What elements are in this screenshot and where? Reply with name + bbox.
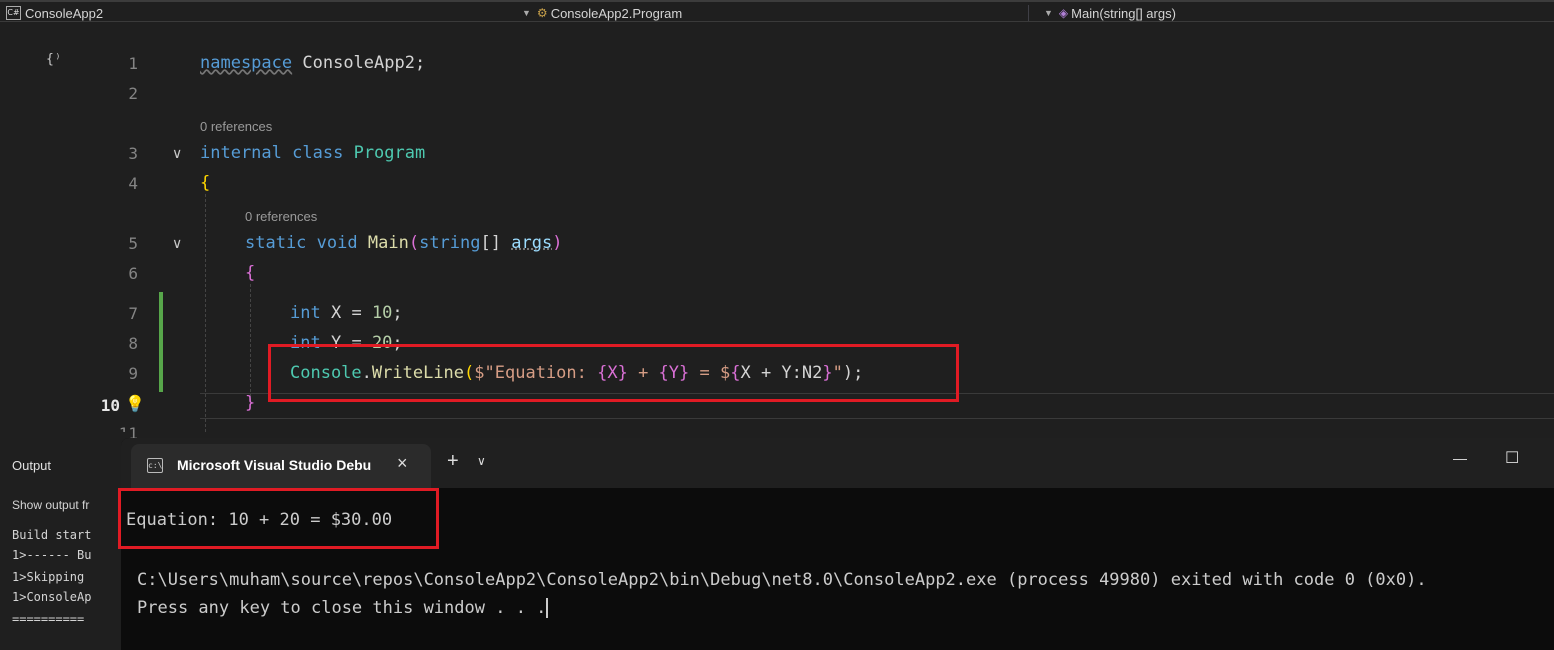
member-name: Main(string[] args) [1071, 5, 1176, 21]
paren: ) [552, 233, 563, 253]
code-line-6: { [245, 263, 255, 283]
codelens-references[interactable]: 0 references [245, 209, 317, 224]
line-number-current: 10 [100, 396, 120, 415]
parameter-name: args [511, 233, 553, 253]
output-panel: Output Show output fr Build start 1>----… [0, 432, 130, 650]
line-number: 2 [128, 84, 138, 103]
keyword: class [292, 143, 344, 163]
line-number: 9 [128, 364, 138, 383]
collapse-chevron-icon[interactable]: ∨ [172, 145, 182, 162]
line-number: 6 [128, 264, 138, 283]
console-output[interactable]: Equation: 10 + 20 = $30.00 C:\Users\muha… [118, 488, 1554, 650]
keyword: internal [200, 143, 282, 163]
class-name: Program [353, 143, 426, 163]
csharp-project-icon: C# [6, 6, 21, 20]
number-literal: 10 [371, 303, 393, 323]
code-line-7: int X = 10; [290, 303, 403, 323]
class-icon: ⚙ [536, 6, 548, 20]
line-number: 1 [128, 54, 138, 73]
output-line: Build start [12, 528, 92, 542]
press-key-text: Press any key to close this window . . . [137, 598, 547, 618]
keyword: int [290, 303, 321, 323]
keyword: namespace [200, 53, 293, 73]
line-number: 4 [128, 174, 138, 193]
output-panel-title[interactable]: Output [12, 458, 51, 473]
method-icon: ◈ [1058, 6, 1069, 20]
chevron-down-icon: ▼ [1044, 8, 1053, 18]
project-name: ConsoleApp2 [25, 5, 104, 21]
chevron-down-icon[interactable]: ∨ [477, 454, 486, 468]
console-tab-title: Microsoft Visual Studio Debu [177, 457, 372, 473]
text-cursor [546, 598, 549, 618]
code-line-4: { [200, 173, 210, 193]
project-dropdown[interactable]: C# ConsoleApp2 [6, 4, 103, 22]
method-name: Main [367, 233, 409, 253]
line-number: 3 [128, 144, 138, 163]
code-line-3: internal class Program [200, 143, 425, 163]
semicolon: ; [392, 303, 403, 323]
console-tab[interactable]: c:\ Microsoft Visual Studio Debu × [131, 444, 431, 488]
keyword: static [245, 233, 307, 253]
highlight-annotation-box [268, 344, 959, 402]
show-output-from-label: Show output fr [12, 498, 90, 512]
class-dropdown[interactable]: ▼ ⚙ ConsoleApp2.Program [522, 4, 682, 22]
output-line: ========== [12, 612, 85, 626]
indent-guide [250, 284, 251, 402]
variable-decl: X = [330, 303, 362, 323]
line-number: 8 [128, 334, 138, 353]
output-line: 1>ConsoleAp [12, 590, 92, 604]
change-indicator-bar [159, 292, 163, 392]
member-dropdown[interactable]: ▼ ◈ Main(string[] args) [1044, 4, 1176, 22]
new-tab-icon[interactable]: + [447, 450, 459, 473]
brace: { [245, 263, 256, 283]
code-line-5: static void Main(string[] args) [245, 233, 562, 253]
line-number: 7 [128, 304, 138, 323]
lightbulb-icon[interactable]: 💡 [125, 394, 145, 414]
output-line: 1>------ Bu [12, 548, 92, 562]
close-tab-icon[interactable]: × [397, 453, 408, 474]
dropdown-separator [1028, 5, 1029, 21]
keyword: void [316, 233, 358, 253]
console-prompt-line: Press any key to close this window . . . [137, 598, 549, 618]
console-tab-bar: c:\ Microsoft Visual Studio Debu × + ∨ —… [121, 438, 1554, 488]
codelens-references[interactable]: 0 references [200, 119, 272, 134]
terminal-icon: c:\ [147, 458, 163, 473]
paren: ( [408, 233, 420, 253]
navigation-bar: C# ConsoleApp2 ▼ ⚙ ConsoleApp2.Program ▼… [0, 0, 1554, 22]
class-path: ConsoleApp2.Program [550, 5, 683, 21]
chevron-down-icon: ▼ [522, 8, 531, 18]
collapse-chevron-icon[interactable]: ∨ [172, 235, 182, 252]
line-number: 5 [128, 234, 138, 253]
debug-console-window[interactable]: c:\ Microsoft Visual Studio Debu × + ∨ —… [118, 438, 1554, 650]
result-highlight-box [118, 488, 439, 549]
brace: { [200, 173, 211, 193]
array-brackets: [] [480, 233, 501, 253]
minimize-icon[interactable]: — [1453, 450, 1467, 466]
console-exit-line: C:\Users\muham\source\repos\ConsoleApp2\… [137, 570, 1427, 590]
keyword: string [419, 233, 481, 253]
output-line: 1>Skipping [12, 570, 85, 584]
maximize-icon[interactable]: ☐ [1505, 448, 1519, 468]
code-line-1: namespace ConsoleApp2; [200, 53, 425, 73]
code-editor[interactable]: {⁾ 1 2 3 4 5 6 7 8 9 10 💡 11 ∨ ∨ namespa… [0, 22, 1554, 443]
namespace-name: ConsoleApp2; [302, 53, 426, 73]
